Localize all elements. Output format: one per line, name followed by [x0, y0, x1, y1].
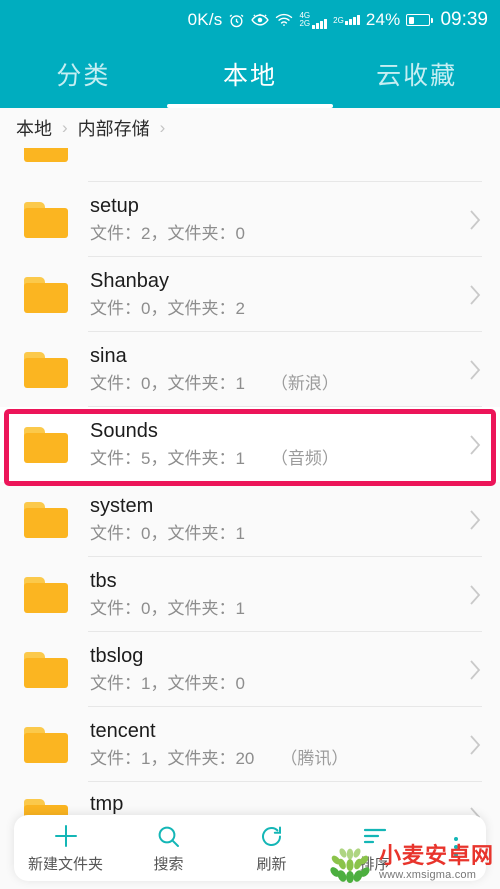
folder-icon — [24, 426, 68, 463]
list-item[interactable]: system 文件：0，文件夹：1 — [0, 482, 500, 557]
refresh-label: 刷新 — [256, 856, 287, 873]
plus-icon — [53, 822, 79, 850]
folder-name: system — [90, 495, 154, 517]
chevron-right-icon — [469, 509, 482, 531]
folder-name: tencent — [90, 720, 156, 742]
breadcrumb-item-local[interactable]: 本地 — [16, 115, 52, 141]
chevron-right-icon: › — [159, 118, 166, 137]
watermark-url: www.xmsigma.com — [378, 869, 477, 881]
list-item-sounds[interactable]: Sounds 文件：5，文件夹：1 （音频） — [0, 407, 500, 482]
chevron-right-icon — [469, 734, 482, 756]
file-list[interactable]: 文件：0，文件夹：0 （铃声） setup 文件：2，文件夹：0 — [0, 148, 500, 889]
folder-name: tbslog — [90, 645, 144, 667]
list-item[interactable]: tbs 文件：0，文件夹：1 — [0, 557, 500, 632]
chevron-right-icon — [469, 284, 482, 306]
alarm-clock-icon — [228, 12, 245, 29]
folder-icon — [24, 576, 68, 613]
wheat-logo-icon — [327, 843, 373, 883]
list-item[interactable]: Shanbay 文件：0，文件夹：2 — [0, 257, 500, 332]
chevron-right-icon — [469, 359, 482, 381]
folder-counts: 文件：0，文件夹：1 — [90, 524, 245, 543]
folder-counts: 文件：0，文件夹：1 — [90, 599, 245, 618]
folder-counts: 文件：0，文件夹：0 — [90, 148, 245, 151]
folder-counts: 文件：0，文件夹：1 — [90, 374, 245, 393]
folder-counts: 文件：1，文件夹：20 — [90, 749, 255, 768]
new-folder-label: 新建文件夹 — [27, 856, 103, 873]
folder-note: （音频） — [270, 449, 339, 468]
eye-care-icon — [251, 13, 270, 27]
tab-local[interactable]: 本地 — [167, 40, 334, 108]
folder-counts: 文件：2，文件夹：0 — [90, 224, 245, 243]
tab-cloud-favorites[interactable]: 云收藏 — [333, 40, 500, 108]
list-item[interactable]: 文件：0，文件夹：0 （铃声） — [0, 148, 500, 182]
sim2-label: 2G — [333, 16, 344, 25]
folder-name: setup — [90, 195, 139, 217]
wifi-icon — [275, 13, 293, 27]
folder-icon — [24, 276, 68, 313]
folder-note: （腾讯） — [280, 749, 349, 768]
folder-note: （铃声） — [271, 148, 339, 151]
network-speed-text: 0K/s — [187, 10, 223, 29]
folder-note: （新浪） — [270, 374, 339, 393]
search-label: 搜索 — [153, 856, 184, 873]
phone-screen: 0K/s 4G 2G 2G 24% 09:39 分类 本地 云收藏 本地 › 内… — [0, 0, 500, 889]
folder-icon — [24, 726, 68, 763]
search-icon — [156, 822, 181, 850]
sim1-signal-icon: 4G 2G — [299, 11, 328, 29]
breadcrumb-item-internal-storage[interactable]: 内部存储 — [78, 115, 150, 141]
chevron-right-icon: › — [62, 118, 68, 137]
watermark-site-name: 小麦安卓网 — [378, 843, 494, 868]
sim1-label-bottom: 2G — [299, 19, 311, 28]
tab-bar: 分类 本地 云收藏 — [0, 40, 500, 108]
watermark: 小麦安卓网 www.xmsigma.com — [327, 843, 494, 883]
chevron-right-icon — [469, 584, 482, 606]
folder-name: sina — [90, 345, 127, 367]
folder-counts: 文件：5，文件夹：1 — [90, 449, 245, 468]
search-button[interactable]: 搜索 — [117, 822, 220, 874]
folder-name: tbs — [90, 570, 117, 592]
list-item[interactable]: tencent 文件：1，文件夹：20 （腾讯） — [0, 707, 500, 782]
tab-categories[interactable]: 分类 — [0, 40, 167, 108]
folder-icon — [24, 201, 68, 238]
status-bar: 0K/s 4G 2G 2G 24% 09:39 — [0, 0, 500, 40]
battery-icon — [406, 14, 434, 26]
folder-name: Shanbay — [90, 270, 169, 292]
folder-name: Sounds — [90, 420, 158, 442]
folder-icon — [24, 651, 68, 688]
folder-icon — [24, 351, 68, 388]
chevron-right-icon — [469, 434, 482, 456]
folder-counts: 文件：0，文件夹：2 — [90, 299, 245, 318]
list-item[interactable]: tbslog 文件：1，文件夹：0 — [0, 632, 500, 707]
clock-text: 09:39 — [440, 9, 488, 30]
chevron-right-icon — [469, 659, 482, 681]
battery-percent-text: 24% — [365, 10, 401, 29]
folder-counts: 文件：1，文件夹：0 — [90, 674, 245, 693]
folder-name: tmp — [90, 792, 124, 815]
folder-icon — [24, 148, 68, 162]
breadcrumb: 本地 › 内部存储 › — [0, 108, 500, 148]
new-folder-button[interactable]: 新建文件夹 — [14, 822, 117, 874]
refresh-button[interactable]: 刷新 — [220, 822, 323, 874]
list-item[interactable]: setup 文件：2，文件夹：0 — [0, 182, 500, 257]
folder-icon — [24, 501, 68, 538]
refresh-icon — [259, 822, 284, 850]
sim2-signal-icon: 2G — [333, 15, 360, 25]
list-item[interactable]: sina 文件：0，文件夹：1 （新浪） — [0, 332, 500, 407]
chevron-right-icon — [469, 209, 482, 231]
